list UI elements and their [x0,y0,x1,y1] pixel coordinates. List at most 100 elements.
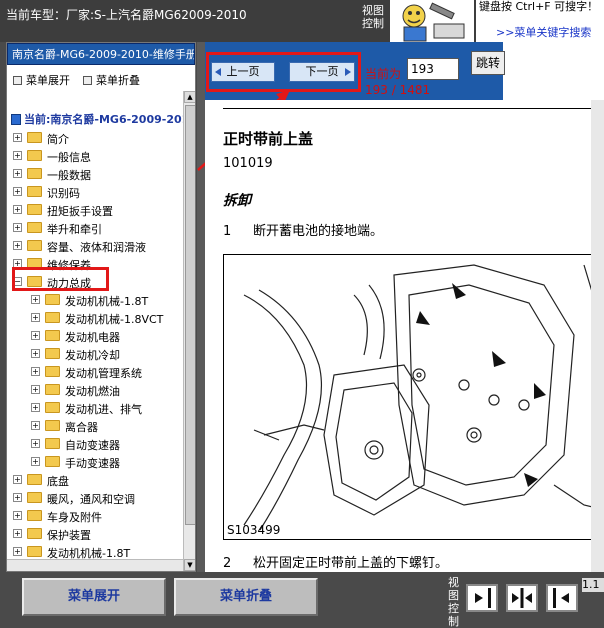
tree-collapse-button[interactable]: 菜单折叠 [83,72,140,88]
expand-node-icon[interactable]: + [13,133,22,142]
tree-item[interactable]: + 一般信息 [11,147,181,165]
folder-icon [27,492,42,503]
keyword-search-link[interactable]: >>菜单关键字搜索 [496,26,591,39]
tree-item[interactable]: + 自动变速器 [11,435,181,453]
tree-expand-label: 菜单展开 [26,74,70,87]
scroll-down-icon[interactable]: ▼ [184,559,195,571]
tree-item[interactable]: + 保护装置 [11,525,181,543]
tree-scrollbar[interactable]: ▲ ▼ [183,91,195,571]
bottom-expand-button[interactable]: 菜单展开 [22,578,166,616]
tree-expand-button[interactable]: 菜单展开 [13,72,70,88]
tree-item-label: 车身及附件 [47,511,102,524]
expand-node-icon[interactable]: + [31,385,40,394]
folder-highlight-box [12,267,109,291]
expand-node-icon[interactable]: + [31,349,40,358]
expand-node-icon[interactable]: + [31,331,40,340]
step-2-text: 松开固定正时带前上盖的下螺钉。 [253,556,449,571]
tree-item[interactable]: + 手动变速器 [11,453,181,471]
tree-scroll-thumb[interactable] [185,105,195,525]
expand-node-icon[interactable]: + [31,421,40,430]
tree-item-label: 一般信息 [47,151,91,164]
tree-item[interactable]: + 车身及附件 [11,507,181,525]
expand-node-icon[interactable]: + [13,547,22,556]
folder-icon [27,474,42,485]
step-2-number: 2 [223,556,232,571]
scroll-up-icon[interactable]: ▲ [184,91,195,103]
expand-node-icon[interactable]: + [13,493,22,502]
tree-item[interactable]: + 发动机冷却 [11,345,181,363]
jump-button[interactable]: 跳转 [471,51,505,75]
tree-item[interactable]: + 容量、液体和润滑液 [11,237,181,255]
expand-node-icon[interactable]: + [31,295,40,304]
tree-collapse-label: 菜单折叠 [96,74,140,87]
folder-icon [45,456,60,467]
tree-item[interactable]: + 发动机机械-1.8VCT [11,309,181,327]
tree-item-label: 一般数据 [47,169,91,182]
folder-icon [27,240,42,251]
expand-node-icon[interactable]: + [13,511,22,520]
tree-item-label: 手动变速器 [65,457,120,470]
view-left-button[interactable] [546,584,578,612]
expand-node-icon[interactable]: + [13,475,22,484]
document-title: 正时带前上盖 [223,130,314,148]
panel-split-icon [512,588,532,608]
engine-drawing-image [243,264,603,531]
expand-node-icon[interactable]: + [31,313,40,322]
bottom-collapse-button[interactable]: 菜单折叠 [174,578,318,616]
view-control-label: 视图控制 [362,4,384,30]
expand-node-icon[interactable]: + [13,169,22,178]
expand-node-icon[interactable]: + [31,457,40,466]
expand-node-icon[interactable]: + [31,403,40,412]
tree-item-label: 保护装置 [47,529,91,542]
tree-current-node[interactable]: 当前:南京名爵-MG6-2009-2010 [11,111,195,127]
view-split-button[interactable] [506,584,538,612]
tree-item[interactable]: + 发动机机械-1.8T [11,291,181,309]
document-scrollbar[interactable] [591,100,604,572]
tree-item[interactable]: + 举升和牵引 [11,219,181,237]
tree-item[interactable]: + 识别码 [11,183,181,201]
tree-item[interactable]: + 发动机管理系统 [11,363,181,381]
tree-item-label: 离合器 [65,421,98,434]
expand-node-icon[interactable]: + [13,241,22,250]
tree-item-label: 举升和牵引 [47,223,102,236]
page-number-input[interactable]: 193 [407,58,459,80]
expand-node-icon[interactable]: + [31,367,40,376]
tree-item[interactable]: + 底盘 [11,471,181,489]
tree-horizontal-scrollbar[interactable] [7,559,183,571]
tree-item[interactable]: + 一般数据 [11,165,181,183]
panel-left-icon [553,588,569,608]
tree-item[interactable]: + 扭矩扳手设置 [11,201,181,219]
expand-node-icon[interactable]: + [31,439,40,448]
tree-item-label: 自动变速器 [65,439,120,452]
document-code: 101019 [223,156,273,171]
tree-item[interactable]: + 简介 [11,129,181,147]
engine-figure: S103499 [223,254,604,540]
view-right-button[interactable] [466,584,498,612]
step-1-number: 1 [223,224,232,239]
tree-item[interactable]: + 暖风，通风和空调 [11,489,181,507]
step-1-text: 断开蓄电池的接地端。 [253,224,384,239]
top-bar: 当前车型：厂家:S-上汽名爵MG62009-2010 视图控制 键盘按 Ctrl… [0,0,604,42]
tree-item-label: 发动机管理系统 [65,367,142,380]
tree-item[interactable]: + 发动机进、排气 [11,399,181,417]
mascot-icon [390,0,474,42]
expand-icon [13,76,22,85]
tree-item[interactable]: + 发动机电器 [11,327,181,345]
search-tip: 键盘按 Ctrl+F 可搜字！ >>菜单关键字搜索 [476,0,604,42]
expand-node-icon[interactable]: + [13,223,22,232]
folder-icon [27,150,42,161]
folder-icon [27,510,42,521]
page-nav-bar: 上一页 下一页 当前为 193 跳转 193 / 1481 [205,42,604,100]
expand-node-icon[interactable]: + [13,151,22,160]
expand-node-icon[interactable]: + [13,187,22,196]
folder-icon [27,528,42,539]
tree-item[interactable]: + 离合器 [11,417,181,435]
tree-toolbar: 菜单展开 菜单折叠 [7,65,195,91]
tree-list: + 简介 + 一般信息 + 一般数据 + 识别码 + 扭矩扳手设置 + 举升和牵引 + 容量、液体和润滑液… [11,129,181,571]
panel-splitter[interactable] [197,42,205,572]
expand-node-icon[interactable]: + [13,529,22,538]
expand-node-icon[interactable]: + [13,205,22,214]
menu-tree-panel: 南京名爵-MG6-2009-2010-维修手册 菜单展开 菜单折叠 当前:南京名… [6,42,196,572]
tree-item-label: 发动机机械-1.8VCT [65,313,164,326]
tree-item[interactable]: + 发动机燃油 [11,381,181,399]
